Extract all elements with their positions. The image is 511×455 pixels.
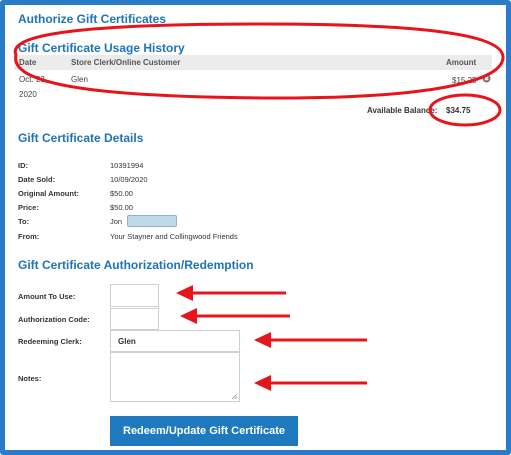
row-clerk: Glen xyxy=(71,75,88,84)
authorization-title: Gift Certificate Authorization/Redemptio… xyxy=(18,258,254,272)
id-label: ID: xyxy=(18,161,28,170)
to-value: Jon xyxy=(110,217,123,226)
date-sold-label: Date Sold: xyxy=(18,175,56,184)
page-title: Authorize Gift Certificates xyxy=(18,12,167,26)
table-row: Oct. 23, 2020 Glen $15.25 xyxy=(14,70,492,100)
to-label: To: xyxy=(18,217,30,226)
authorization-code-input[interactable] xyxy=(110,308,159,330)
col-header-clerk: Store Clerk/Online Customer xyxy=(71,58,181,67)
redeeming-clerk-input[interactable]: Glen xyxy=(110,330,240,352)
notes-textarea[interactable] xyxy=(110,352,240,402)
redeeming-clerk-value: Glen xyxy=(118,337,136,346)
price-value: $50.00 xyxy=(110,203,133,212)
authorization-code-label: Authorization Code: xyxy=(18,315,90,324)
notes-label: Notes: xyxy=(18,374,42,383)
resize-grip-icon[interactable] xyxy=(231,393,238,400)
redeeming-clerk-label: Redeeming Clerk: xyxy=(18,337,82,346)
col-header-date: Date xyxy=(19,58,37,67)
from-value: Your Stayner and Collingwood Friends xyxy=(110,232,238,241)
amount-to-use-input[interactable] xyxy=(110,284,159,307)
original-amount-value: $50.00 xyxy=(110,189,133,198)
row-date-line2: 2020 xyxy=(19,90,37,99)
redacted-name xyxy=(127,215,177,227)
from-label: From: xyxy=(18,232,40,241)
original-amount-label: Original Amount: xyxy=(18,189,79,198)
id-value: 10391994 xyxy=(110,161,144,170)
available-balance-label: Available Balance: xyxy=(367,106,438,115)
usage-history-title: Gift Certificate Usage History xyxy=(18,41,185,55)
col-header-amount: Amount xyxy=(446,58,477,67)
amount-to-use-label: Amount To Use: xyxy=(18,292,76,301)
price-label: Price: xyxy=(18,203,39,212)
available-balance-value: $34.75 xyxy=(446,106,471,115)
redeem-update-button[interactable]: Redeem/Update Gift Certificate xyxy=(110,416,298,446)
details-title: Gift Certificate Details xyxy=(18,131,144,145)
delete-icon[interactable] xyxy=(482,74,491,83)
date-sold-value: 10/09/2020 xyxy=(110,175,148,184)
row-amount: $15.25 xyxy=(452,76,477,85)
row-date-line1: Oct. 23, xyxy=(19,75,48,84)
